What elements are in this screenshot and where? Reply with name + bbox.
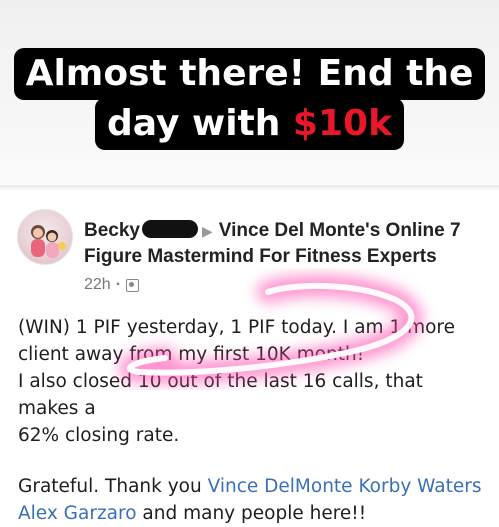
thanks-prefix: Grateful. Thank you	[18, 476, 208, 497]
caption-amount: $10k	[292, 103, 393, 144]
redacted-name	[142, 220, 198, 238]
caption-line-2-text: day with	[106, 103, 293, 144]
body-line-1: (WIN) 1 PIF yesterday, 1 PIF today. I am…	[18, 317, 456, 338]
thanks-line: Grateful. Thank you Vince DelMonte Korby…	[18, 473, 488, 500]
body-line-3: I also closed 10 out of the last 16 call…	[18, 371, 423, 419]
separator-dot: ·	[115, 276, 122, 293]
group-name[interactable]: Vince Del Monte's Online 7 Figure Master…	[84, 220, 461, 267]
arrow-right-icon: ▶	[202, 223, 213, 239]
mention-vince[interactable]: Vince DelMonte	[208, 476, 353, 497]
overlay-caption: Almost there! End the day with $10k	[0, 48, 499, 150]
divider	[0, 185, 499, 191]
author-name[interactable]: Becky	[84, 220, 140, 241]
avatar[interactable]	[17, 209, 73, 265]
thanks-suffix: and many people here!!	[136, 503, 367, 524]
group-icon	[126, 278, 140, 292]
caption-line-2: day with $10k	[94, 98, 405, 150]
body-line-2: client away from my first 10K month!	[18, 344, 365, 365]
post-header: Becky ▶ Vince Del Monte's Online 7 Figure …	[84, 218, 494, 269]
post-meta: 22h ·	[84, 276, 140, 294]
avatar-photo-icon	[31, 225, 66, 258]
caption-line-1: Almost there! End the	[13, 48, 486, 100]
body-line-4: 62% closing rate.	[18, 425, 180, 446]
thanks-line-2: Alex Garzaro and many people here!!	[18, 500, 488, 527]
mention-alex[interactable]: Alex Garzaro	[18, 503, 137, 524]
post-time[interactable]: 22h	[84, 276, 111, 294]
mention-korby[interactable]: Korby Waters	[358, 476, 481, 497]
post-body: (WIN) 1 PIF yesterday, 1 PIF today. I am…	[18, 314, 488, 527]
